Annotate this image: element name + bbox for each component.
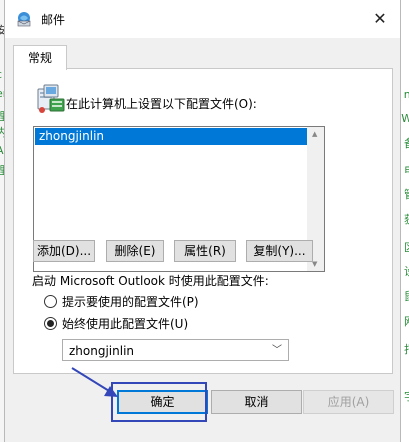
tab-label: 常规	[27, 51, 52, 65]
chevron-down-icon: ﹀	[272, 345, 282, 356]
profile-dropdown[interactable]: zhongjinlin ﹀	[62, 339, 289, 361]
background-fragment: 鼠	[404, 288, 409, 304]
radio-label: 提示要使用的配置文件(P)	[62, 295, 199, 309]
profile-icon	[34, 83, 66, 115]
dropdown-value: zhongjinlin	[69, 344, 135, 358]
background-fragment: Wi	[401, 112, 409, 125]
delete-button[interactable]: 删除(E)	[106, 240, 164, 262]
general-panel: 在此计算机上设置以下配置文件(O): zhongjinlin ▲ ▼ 添加(D)…	[13, 68, 393, 374]
background-fragment: 区	[404, 239, 409, 255]
cancel-button[interactable]: 取消	[211, 390, 302, 414]
background-fragment: A	[0, 144, 4, 157]
background-fragment: 获	[404, 211, 409, 227]
background-fragment: 字	[404, 388, 409, 404]
tab-general[interactable]: 常规	[13, 45, 67, 70]
title-bar: 邮件 ✕	[5, 0, 400, 38]
scroll-up-icon[interactable]: ▲	[312, 130, 317, 138]
radio-button[interactable]	[44, 295, 57, 308]
background-fragment: 网	[404, 313, 409, 329]
radio-label: 始终使用此配置文件(U)	[62, 317, 189, 331]
radio-button[interactable]	[44, 317, 57, 330]
radio-always-use-profile[interactable]: 始终使用此配置文件(U)	[44, 317, 188, 331]
radio-prompt-profile[interactable]: 提示要使用的配置文件(P)	[44, 295, 199, 309]
background-fragment: 管	[404, 186, 409, 202]
properties-button[interactable]: 属性(R)	[174, 240, 236, 262]
annotation-highlight-box	[111, 382, 207, 422]
profiles-label: 在此计算机上设置以下配置文件(O):	[66, 97, 257, 111]
window-title: 邮件	[41, 13, 66, 27]
close-button[interactable]: ✕	[368, 8, 392, 30]
apply-button[interactable]: 应用(A)	[303, 390, 394, 414]
copy-button[interactable]: 复制(Y)...	[246, 240, 313, 262]
background-fragment: nt	[403, 88, 409, 101]
background-fragment: 设	[404, 263, 409, 279]
list-item[interactable]: zhongjinlin	[35, 128, 307, 145]
background-fragment: 备	[404, 135, 409, 151]
background-fragment: 电	[404, 162, 409, 178]
mail-dialog: 邮件 ✕ 常规 在此计算机上设置以下配置文件(O): zhongjinlin ▲…	[4, 0, 401, 442]
add-button[interactable]: 添加(D)...	[33, 240, 95, 262]
mail-icon	[15, 10, 33, 28]
close-icon: ✕	[373, 9, 387, 28]
startup-label: 启动 Microsoft Outlook 时使用此配置文件:	[32, 274, 269, 288]
background-fragment: c	[0, 68, 2, 81]
background-fragment: 打	[404, 341, 409, 357]
